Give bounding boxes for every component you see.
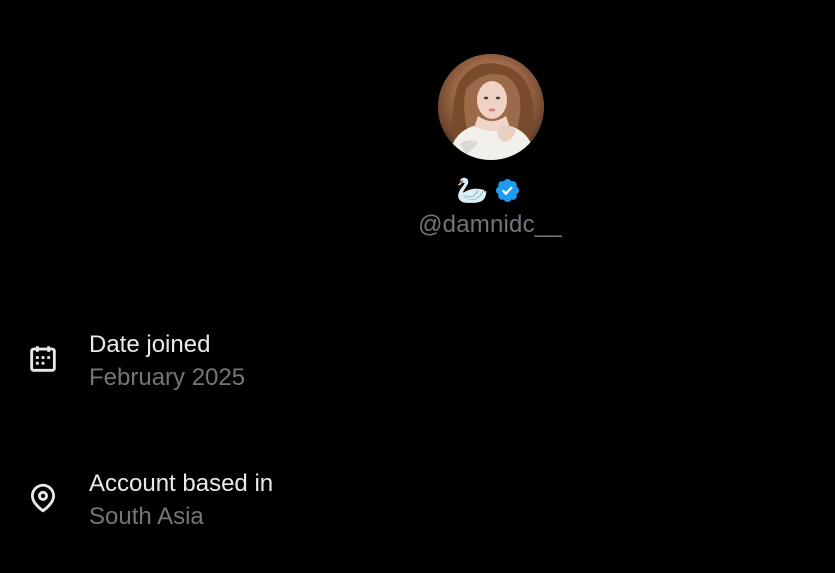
verified-badge-icon[interactable]: [494, 177, 521, 204]
avatar[interactable]: [438, 54, 544, 160]
date-joined-row: Date joined February 2025: [26, 329, 245, 394]
location-pin-icon: [30, 483, 56, 513]
date-joined-label: Date joined: [89, 331, 211, 358]
account-location-row: Account based in South Asia: [26, 468, 273, 533]
date-joined-value: February 2025: [89, 364, 246, 391]
account-location-label: Account based in: [89, 470, 274, 497]
profile-handle: @damnidc__: [418, 211, 562, 238]
calendar-icon: [30, 346, 56, 372]
display-name: 🦢: [456, 175, 489, 205]
account-location-value: South Asia: [89, 503, 204, 530]
display-name-row: 🦢: [456, 174, 521, 206]
avatar-image: [438, 54, 544, 160]
